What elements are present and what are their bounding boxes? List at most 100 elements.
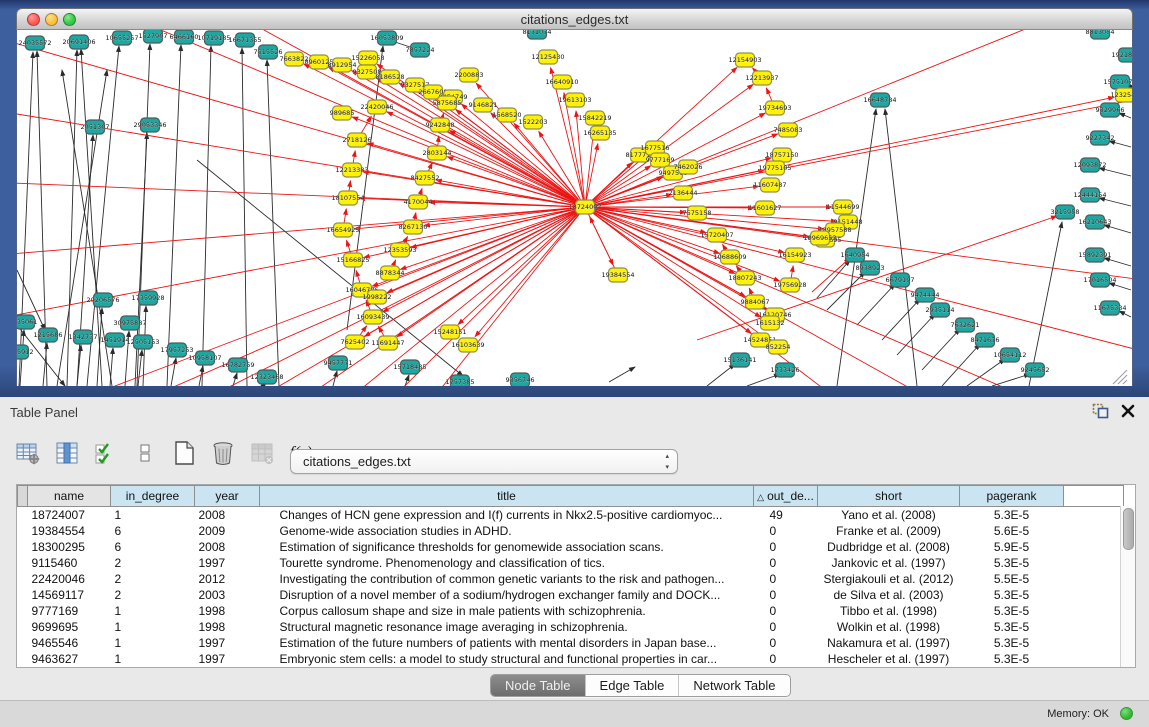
- cell-in_degree[interactable]: 1: [111, 635, 195, 651]
- graph-node[interactable]: 15718485: [393, 360, 426, 374]
- graph-node[interactable]: 16210643: [1078, 215, 1111, 229]
- cell-name[interactable]: 18300295: [28, 539, 111, 555]
- graph-edge-red[interactable]: [363, 172, 585, 207]
- graph-node[interactable]: 9474444: [911, 288, 940, 302]
- graph-edge-red[interactable]: [576, 111, 585, 207]
- graph-node[interactable]: 16265135: [583, 126, 616, 140]
- cell-name[interactable]: 9463627: [28, 651, 111, 667]
- graph-node[interactable]: 1568520: [493, 108, 522, 122]
- tab-network-table[interactable]: Network Table: [678, 675, 789, 696]
- graph-node[interactable]: 9242848: [426, 118, 455, 132]
- graph-node[interactable]: 2136444: [669, 186, 698, 200]
- graph-node[interactable]: 9777169: [646, 153, 675, 167]
- graph-node[interactable]: 8878344: [376, 266, 405, 280]
- graph-node[interactable]: 6466160: [170, 30, 199, 44]
- graph-node[interactable]: 8131074: [523, 30, 552, 39]
- graph-node[interactable]: 16093439: [356, 310, 389, 324]
- graph-edge-red[interactable]: [590, 217, 618, 275]
- cell-name[interactable]: 9465546: [28, 635, 111, 651]
- delete-icon[interactable]: [209, 439, 237, 467]
- column-header-out_de[interactable]: △out_de...: [754, 486, 818, 507]
- table-row[interactable]: 977716911998Corpus callosum shape and si…: [18, 603, 1124, 619]
- cell-name[interactable]: 14569117: [28, 587, 111, 603]
- cell-short[interactable]: Franke et al. (2009): [818, 523, 960, 539]
- cell-out_de[interactable]: 0: [754, 651, 818, 667]
- cell-in_degree[interactable]: 2: [111, 555, 195, 571]
- graph-node[interactable]: 1232540: [1111, 88, 1132, 102]
- cell-year[interactable]: 1998: [195, 619, 260, 635]
- graph-node[interactable]: 9356746: [506, 373, 535, 386]
- graph-node[interactable]: 12125430: [531, 50, 564, 64]
- select-all-icon[interactable]: [92, 439, 120, 467]
- graph-edge-black[interactable]: [882, 299, 920, 340]
- table-row[interactable]: 969969511998Structural magnetic resonanc…: [18, 619, 1124, 635]
- graph-edge-red[interactable]: [812, 258, 850, 292]
- graph-node[interactable]: 1640954: [841, 248, 870, 262]
- cell-title[interactable]: Changes of HCN gene expression and I(f) …: [260, 507, 754, 524]
- graph-node[interactable]: 12093872: [1073, 158, 1106, 172]
- cell-name[interactable]: 9777169: [28, 603, 111, 619]
- cell-short[interactable]: Tibbo et al. (1998): [818, 603, 960, 619]
- graph-node[interactable]: 7485083: [774, 123, 803, 137]
- graph-node[interactable]: 989685: [330, 106, 355, 120]
- cell-in_degree[interactable]: 2: [111, 571, 195, 587]
- graph-node[interactable]: 2803144: [423, 146, 452, 160]
- graph-node[interactable]: 16648784: [863, 93, 896, 107]
- graph-node[interactable]: 12444154: [1073, 188, 1106, 202]
- graph-edge-red[interactable]: [368, 143, 585, 207]
- cell-title[interactable]: Tourette syndrome. Phenomenology and cla…: [260, 555, 754, 571]
- graph-edge-red[interactable]: [458, 207, 585, 325]
- graph-node[interactable]: 29053346: [133, 118, 166, 132]
- cell-out_de[interactable]: 0: [754, 523, 818, 539]
- cell-pagerank[interactable]: 5.3E-5: [960, 555, 1064, 571]
- graph-node[interactable]: 16654925: [326, 223, 359, 237]
- graph-node[interactable]: 19218506: [1111, 48, 1132, 62]
- cell-pagerank[interactable]: 5.6E-5: [960, 523, 1064, 539]
- graph-edge-red[interactable]: [411, 207, 585, 248]
- graph-node[interactable]: 22420046: [360, 100, 393, 114]
- table-row[interactable]: 1938455462009Genome-wide association stu…: [18, 523, 1124, 539]
- graph-edge-black[interactable]: [1104, 225, 1131, 233]
- cell-pagerank[interactable]: 5.3E-5: [960, 507, 1064, 524]
- graph-edge-red[interactable]: [351, 71, 585, 207]
- graph-edge-red[interactable]: [585, 30, 1097, 207]
- graph-node[interactable]: 1522203: [519, 115, 548, 129]
- cell-title[interactable]: Disruption of a novel member of a sodium…: [260, 587, 754, 603]
- graph-edge-black[interactable]: [707, 364, 735, 386]
- graph-node[interactable]: 9146821: [469, 98, 498, 112]
- scrollbar-thumb[interactable]: [1123, 508, 1134, 550]
- graph-node[interactable]: 16782759: [221, 358, 254, 372]
- table-row[interactable]: 1830029562008Estimation of significance …: [18, 539, 1124, 555]
- cell-name[interactable]: 18724007: [28, 507, 111, 524]
- graph-edge-black[interactable]: [992, 374, 1030, 386]
- graph-node[interactable]: 1527907: [139, 30, 168, 43]
- graph-node[interactable]: 852254: [766, 340, 791, 354]
- graph-edge-black[interactable]: [967, 359, 1005, 386]
- graph-edge-black[interactable]: [267, 60, 279, 386]
- float-panel-icon[interactable]: [1092, 403, 1109, 424]
- cell-in_degree[interactable]: 6: [111, 539, 195, 555]
- cell-short[interactable]: Jankovic et al. (1997): [818, 555, 960, 571]
- cell-year[interactable]: 2009: [195, 523, 260, 539]
- graph-node[interactable]: 19613103: [558, 93, 591, 107]
- graph-node[interactable]: 15248151: [433, 325, 466, 339]
- table-mode-icon[interactable]: [14, 439, 42, 467]
- cell-year[interactable]: 2008: [195, 539, 260, 555]
- cell-out_de[interactable]: 0: [754, 587, 818, 603]
- rows-icon[interactable]: [131, 439, 159, 467]
- graph-node[interactable]: 19384554: [601, 268, 634, 282]
- graph-node[interactable]: 18807243: [728, 271, 761, 285]
- cell-name[interactable]: 19384554: [28, 523, 111, 539]
- graph-node[interactable]: 8813054: [1086, 30, 1115, 39]
- cell-in_degree[interactable]: 1: [111, 619, 195, 635]
- graph-node[interactable]: 12213383: [335, 163, 368, 177]
- cell-pagerank[interactable]: 5.9E-5: [960, 539, 1064, 555]
- graph-node[interactable]: 11544699: [826, 200, 859, 214]
- graph-node[interactable]: 1733426: [771, 363, 800, 377]
- graph-node[interactable]: 20206576: [86, 293, 119, 307]
- graph-edge-black[interactable]: [1029, 222, 1062, 386]
- cell-name[interactable]: 9115460: [28, 555, 111, 571]
- graph-node[interactable]: 1615132: [756, 316, 785, 330]
- cell-title[interactable]: Estimation of significance thresholds fo…: [260, 539, 754, 555]
- graph-node[interactable]: 11601627: [748, 201, 781, 215]
